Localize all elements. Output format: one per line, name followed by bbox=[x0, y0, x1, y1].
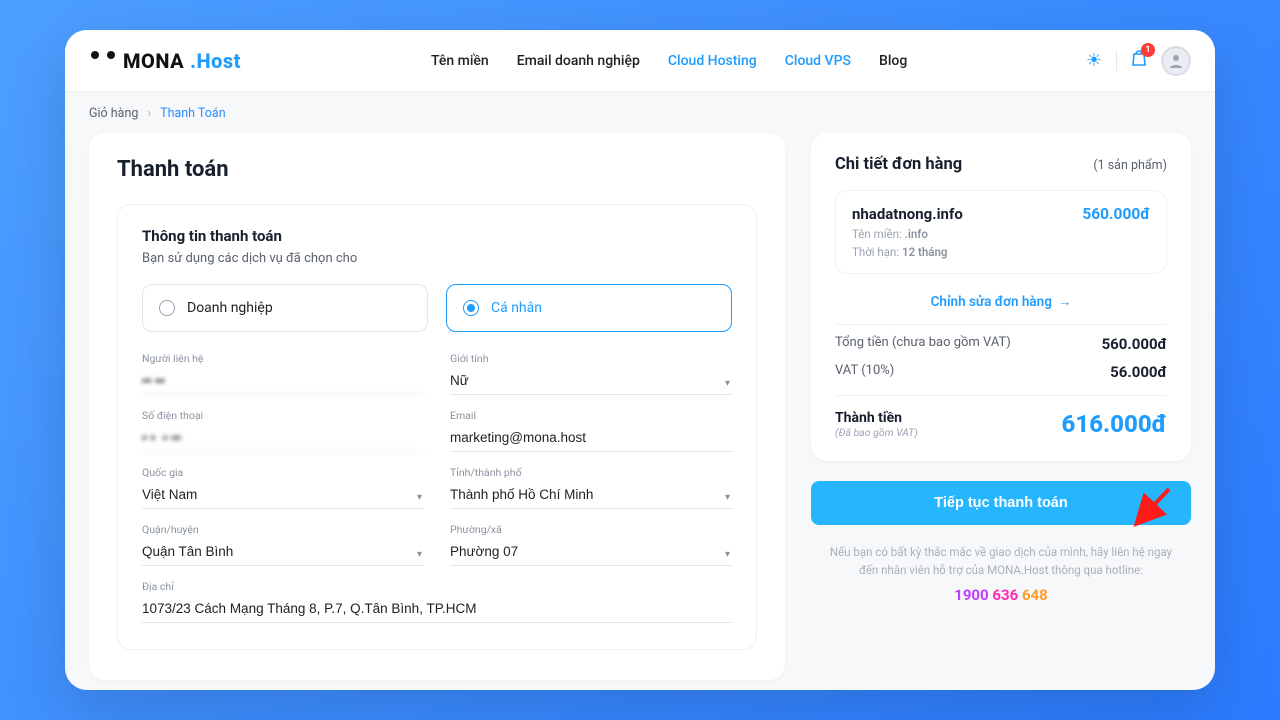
type-personal-label: Cá nhân bbox=[491, 300, 542, 316]
page-title: Thanh toán bbox=[117, 157, 757, 182]
contact-input[interactable] bbox=[142, 369, 424, 395]
checkout-card: Thanh toán Thông tin thanh toán Bạn sử d… bbox=[89, 133, 785, 680]
email-label: Email bbox=[450, 409, 732, 422]
phone-input[interactable] bbox=[142, 426, 424, 452]
subtotal-label: Tổng tiền (chưa bao gồm VAT) bbox=[835, 335, 1011, 353]
country-select[interactable] bbox=[142, 483, 424, 509]
account-type-row: Doanh nghiệp Cá nhân bbox=[142, 284, 732, 332]
type-business-label: Doanh nghiệp bbox=[187, 300, 273, 316]
country-label: Quốc gia bbox=[142, 466, 424, 479]
nav-item-domain[interactable]: Tên miền bbox=[431, 53, 489, 69]
chevron-right-icon: › bbox=[148, 106, 152, 121]
edit-order-link[interactable]: Chỉnh sửa đơn hàng → bbox=[835, 288, 1167, 324]
type-personal[interactable]: Cá nhân bbox=[446, 284, 732, 332]
total-sublabel: (Đã bao gồm VAT) bbox=[835, 426, 918, 439]
total-value: 616.000đ bbox=[1062, 410, 1167, 438]
order-item: nhadatnong.info 560.000đ Tên miền: .info… bbox=[835, 190, 1167, 274]
order-domain: nhadatnong.info bbox=[852, 205, 963, 223]
arrow-right-icon: → bbox=[1058, 294, 1072, 310]
cart-badge: 1 bbox=[1141, 43, 1155, 57]
gender-label: Giới tính bbox=[450, 352, 732, 365]
phone-label: Số điện thoại bbox=[142, 409, 424, 422]
summary-count: (1 sản phẩm) bbox=[1093, 158, 1167, 173]
hotline-p3: 648 bbox=[1022, 586, 1048, 604]
brand-part1: MONA bbox=[123, 49, 184, 73]
header: MONA.Host Tên miền Email doanh nghiệp Cl… bbox=[65, 30, 1215, 92]
theme-toggle-icon[interactable]: ☀ bbox=[1086, 50, 1102, 71]
vat-label: VAT (10%) bbox=[835, 363, 894, 381]
type-business[interactable]: Doanh nghiệp bbox=[142, 284, 428, 332]
vat-value: 56.000đ bbox=[1110, 363, 1167, 381]
billing-subtitle: Bạn sử dụng các dịch vụ đã chọn cho bbox=[142, 251, 732, 266]
billing-info: Thông tin thanh toán Bạn sử dụng các dịc… bbox=[117, 204, 757, 650]
email-input[interactable] bbox=[450, 426, 732, 452]
province-select[interactable] bbox=[450, 483, 732, 509]
divider bbox=[1116, 51, 1117, 71]
ward-label: Phường/xã bbox=[450, 523, 732, 536]
main-nav: Tên miền Email doanh nghiệp Cloud Hostin… bbox=[431, 53, 907, 69]
tld-value: .info bbox=[905, 227, 928, 241]
continue-checkout-button[interactable]: Tiếp tục thanh toán bbox=[811, 481, 1191, 525]
radio-icon bbox=[463, 300, 479, 316]
gender-select[interactable] bbox=[450, 369, 732, 395]
header-right: ☀ 1 bbox=[1086, 46, 1191, 76]
helper-text: Nếu bạn có bất kỳ thắc mắc về giao dịch … bbox=[811, 543, 1191, 580]
avatar[interactable] bbox=[1161, 46, 1191, 76]
district-select[interactable] bbox=[142, 540, 424, 566]
hotline-p2: 636 bbox=[992, 586, 1018, 604]
breadcrumb-root[interactable]: Giỏ hàng bbox=[89, 106, 138, 121]
brand-part2: .Host bbox=[190, 49, 241, 73]
district-label: Quận/huyện bbox=[142, 523, 424, 536]
term-label: Thời hạn: bbox=[852, 245, 899, 259]
breadcrumb-current: Thanh Toán bbox=[160, 106, 225, 121]
address-label: Địa chỉ bbox=[142, 580, 732, 593]
nav-item-blog[interactable]: Blog bbox=[879, 53, 907, 69]
address-input[interactable] bbox=[142, 597, 732, 623]
summary-title: Chi tiết đơn hàng bbox=[835, 155, 962, 174]
hotline[interactable]: 1900 636 648 bbox=[811, 586, 1191, 604]
billing-title: Thông tin thanh toán bbox=[142, 227, 732, 245]
nav-item-hosting[interactable]: Cloud Hosting bbox=[668, 53, 757, 69]
contact-label: Người liên hệ bbox=[142, 352, 424, 365]
cart-icon[interactable]: 1 bbox=[1131, 49, 1147, 72]
ward-select[interactable] bbox=[450, 540, 732, 566]
province-label: Tỉnh/thành phố bbox=[450, 466, 732, 479]
subtotal-value: 560.000đ bbox=[1102, 335, 1167, 353]
panda-icon bbox=[89, 51, 117, 71]
breadcrumb: Giỏ hàng › Thanh Toán bbox=[65, 92, 1215, 127]
order-price: 560.000đ bbox=[1082, 205, 1150, 223]
nav-item-vps[interactable]: Cloud VPS bbox=[785, 53, 851, 69]
tld-label: Tên miền: bbox=[852, 227, 902, 241]
nav-item-email[interactable]: Email doanh nghiệp bbox=[517, 53, 640, 69]
total-label: Thành tiền bbox=[835, 410, 918, 426]
radio-icon bbox=[159, 300, 175, 316]
term-value: 12 tháng bbox=[902, 245, 947, 259]
hotline-p1: 1900 bbox=[954, 586, 988, 604]
logo[interactable]: MONA.Host bbox=[89, 49, 241, 73]
order-summary: Chi tiết đơn hàng (1 sản phẩm) nhadatnon… bbox=[811, 133, 1191, 461]
edit-order-label: Chỉnh sửa đơn hàng bbox=[931, 294, 1052, 310]
